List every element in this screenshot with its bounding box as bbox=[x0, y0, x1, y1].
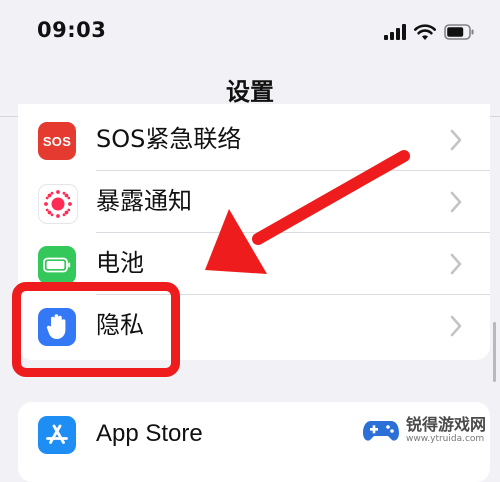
watermark: 锐得游戏网 www.ytruida.com bbox=[362, 409, 492, 451]
watermark-url: www.ytruida.com bbox=[406, 433, 485, 444]
game-controller-icon bbox=[363, 421, 399, 441]
watermark-text: 锐得游戏网 bbox=[406, 414, 487, 434]
annotation-arrow bbox=[205, 150, 410, 274]
